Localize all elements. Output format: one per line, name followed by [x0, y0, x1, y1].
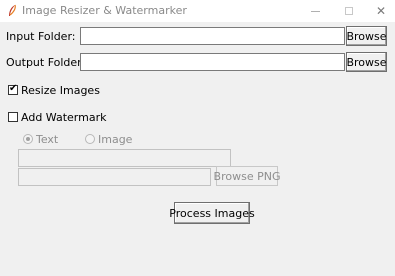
check-icon: ✔	[9, 83, 18, 94]
output-folder-field[interactable]	[80, 53, 345, 71]
minimize-icon	[310, 10, 320, 12]
input-browse-label: Browse	[346, 29, 387, 43]
resize-checkbox[interactable]: ✔	[8, 83, 18, 95]
title-bar[interactable]: Image Resizer & Watermarker ✕	[0, 0, 395, 22]
input-folder-label: Input Folder:	[6, 30, 76, 43]
process-images-button[interactable]: Process Images	[169, 202, 255, 224]
input-browse-button[interactable]: Browse	[346, 26, 387, 46]
minimize-button[interactable]	[300, 0, 330, 22]
output-browse-label: Browse	[346, 55, 387, 69]
window-title: Image Resizer & Watermarker	[22, 4, 187, 17]
radio-image[interactable]	[85, 134, 95, 144]
watermark-checkbox[interactable]	[8, 112, 18, 122]
output-folder-label: Output Folder:	[6, 56, 86, 69]
maximize-icon	[345, 7, 353, 15]
radio-selected-dot	[26, 137, 30, 141]
input-folder-field[interactable]	[80, 27, 345, 45]
radio-image-label[interactable]: Image	[98, 133, 132, 146]
radio-text[interactable]	[23, 134, 33, 144]
watermark-image-field[interactable]	[18, 168, 211, 186]
browse-png-label: Browse PNG	[213, 169, 281, 183]
app-window: Image Resizer & Watermarker ✕ Input Fold…	[0, 0, 395, 276]
process-images-label: Process Images	[169, 206, 255, 220]
watermark-label[interactable]: Add Watermark	[21, 111, 106, 124]
maximize-button[interactable]	[334, 0, 364, 22]
radio-text-label[interactable]: Text	[36, 133, 58, 146]
browse-png-button[interactable]: Browse PNG	[213, 166, 281, 186]
resize-label[interactable]: Resize Images	[21, 84, 100, 97]
close-icon: ✕	[375, 4, 387, 18]
watermark-text-field[interactable]	[18, 149, 231, 167]
close-button[interactable]: ✕	[366, 0, 395, 22]
feather-icon	[9, 4, 16, 16]
output-browse-button[interactable]: Browse	[346, 52, 387, 72]
